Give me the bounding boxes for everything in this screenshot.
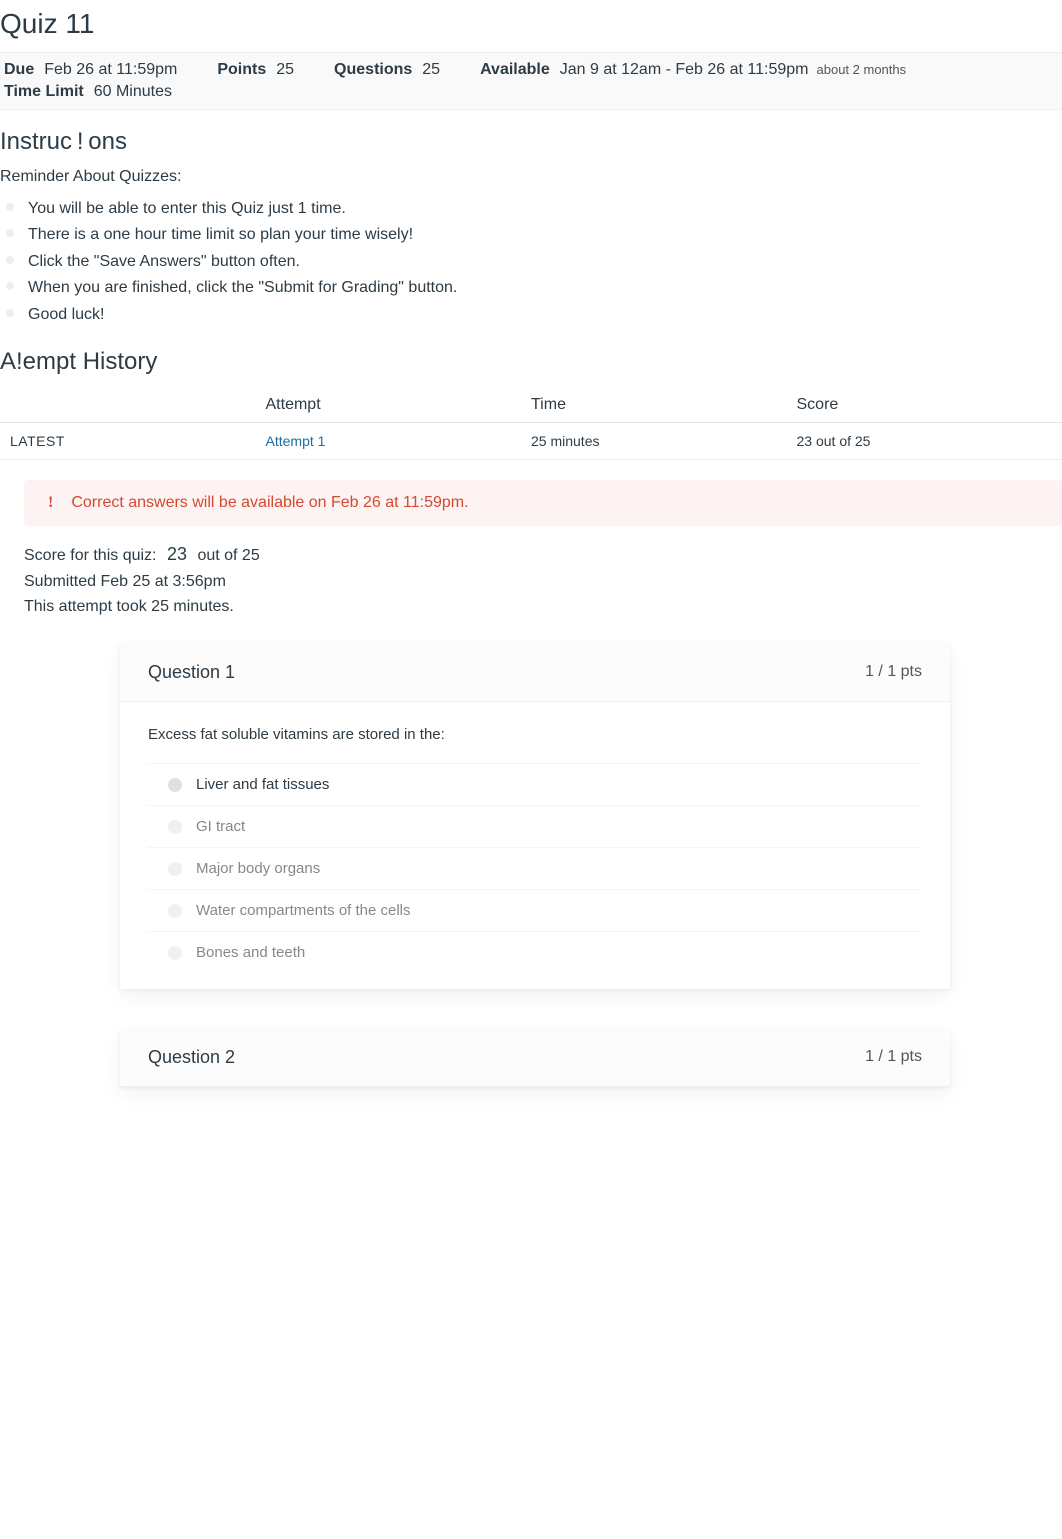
question-header: Question 2 1 / 1 pts — [120, 1029, 950, 1087]
instruction-item: Good luck! — [0, 302, 1062, 328]
history-score: 23 out of 25 — [797, 422, 1062, 459]
submitted-time: Submitted Feb 25 at 3:56pm — [24, 569, 1062, 595]
instruction-item: Click the "Save Answers" button often. — [0, 249, 1062, 275]
meta-available-note: about 2 months — [817, 62, 907, 77]
question-body: Excess fat soluble vitamins are stored i… — [120, 702, 950, 989]
answer-option: Liver and fat tissues — [148, 763, 922, 805]
history-header-blank — [0, 388, 266, 423]
meta-questions-label: Questions — [334, 61, 412, 79]
score-summary: Score for this quiz: 23 out of 25 Submit… — [0, 540, 1062, 620]
meta-due-label: Due — [4, 61, 34, 79]
alert-text: Correct answers will be available on Feb… — [71, 494, 468, 512]
meta-available: Available Jan 9 at 12am - Feb 26 at 11:5… — [480, 59, 906, 81]
instructions-heading-text: Instruc ! ons — [0, 128, 127, 155]
question-points: 1 / 1 pts — [865, 1048, 922, 1066]
question-title: Question 1 — [148, 662, 235, 683]
meta-points: Points 25 — [217, 59, 294, 81]
score-label: Score for this quiz: — [24, 547, 157, 564]
instruction-item: You will be able to enter this Quiz just… — [0, 196, 1062, 222]
answers-availability-alert: ! Correct answers will be available on F… — [24, 480, 1062, 526]
question-points: 1 / 1 pts — [865, 663, 922, 681]
attempt-duration: This attempt took 25 minutes. — [24, 594, 1062, 620]
meta-timelimit-label: Time Limit — [4, 83, 84, 101]
score-value: 23 — [161, 540, 193, 569]
page-title: Quiz 11 — [0, 8, 1062, 40]
meta-due-value: Feb 26 at 11:59pm — [44, 61, 177, 79]
meta-questions-value: 25 — [422, 61, 440, 79]
meta-timelimit-value: 60 Minutes — [94, 83, 172, 101]
meta-points-label: Points — [217, 61, 266, 79]
score-out-of: out of 25 — [197, 547, 259, 564]
instruction-item: There is a one hour time limit so plan y… — [0, 222, 1062, 248]
history-row: LATEST Attempt 1 25 minutes 23 out of 25 — [0, 422, 1062, 459]
answer-option: Major body organs — [148, 847, 922, 889]
answer-option: Water compartments of the cells — [148, 889, 922, 931]
instructions-list: You will be able to enter this Quiz just… — [0, 196, 1062, 328]
meta-due: Due Feb 26 at 11:59pm — [4, 59, 177, 81]
meta-available-value: Jan 9 at 12am - Feb 26 at 11:59pm — [560, 61, 809, 79]
question-card: Question 1 1 / 1 pts Excess fat soluble … — [120, 644, 950, 989]
attempt-history-heading: A!empt History — [0, 348, 1062, 376]
question-text: Excess fat soluble vitamins are stored i… — [148, 726, 922, 743]
question-card: Question 2 1 / 1 pts — [120, 1029, 950, 1087]
meta-timelimit: Time Limit 60 Minutes — [4, 81, 172, 103]
attempt-link[interactable]: Attempt 1 — [266, 433, 326, 449]
history-header-attempt: Attempt — [266, 388, 532, 423]
meta-questions: Questions 25 — [334, 59, 440, 81]
meta-available-label: Available — [480, 61, 550, 79]
quiz-meta-bar: Due Feb 26 at 11:59pm Points 25 Question… — [0, 52, 1062, 110]
attempt-history-table: Attempt Time Score LATEST Attempt 1 25 m… — [0, 388, 1062, 460]
history-header-time: Time — [531, 388, 797, 423]
instructions-heading: Instruc ! ons — [0, 128, 1062, 156]
answer-option: Bones and teeth — [148, 931, 922, 973]
answer-option: GI tract — [148, 805, 922, 847]
history-time: 25 minutes — [531, 422, 797, 459]
reminder-label: Reminder About Quizzes: — [0, 168, 1062, 186]
history-header-score: Score — [797, 388, 1062, 423]
meta-points-value: 25 — [276, 61, 294, 79]
question-header: Question 1 1 / 1 pts — [120, 644, 950, 702]
history-latest-label: LATEST — [0, 422, 266, 459]
question-title: Question 2 — [148, 1047, 235, 1068]
instruction-item: When you are finished, click the "Submit… — [0, 275, 1062, 301]
warning-icon: ! — [48, 494, 53, 512]
